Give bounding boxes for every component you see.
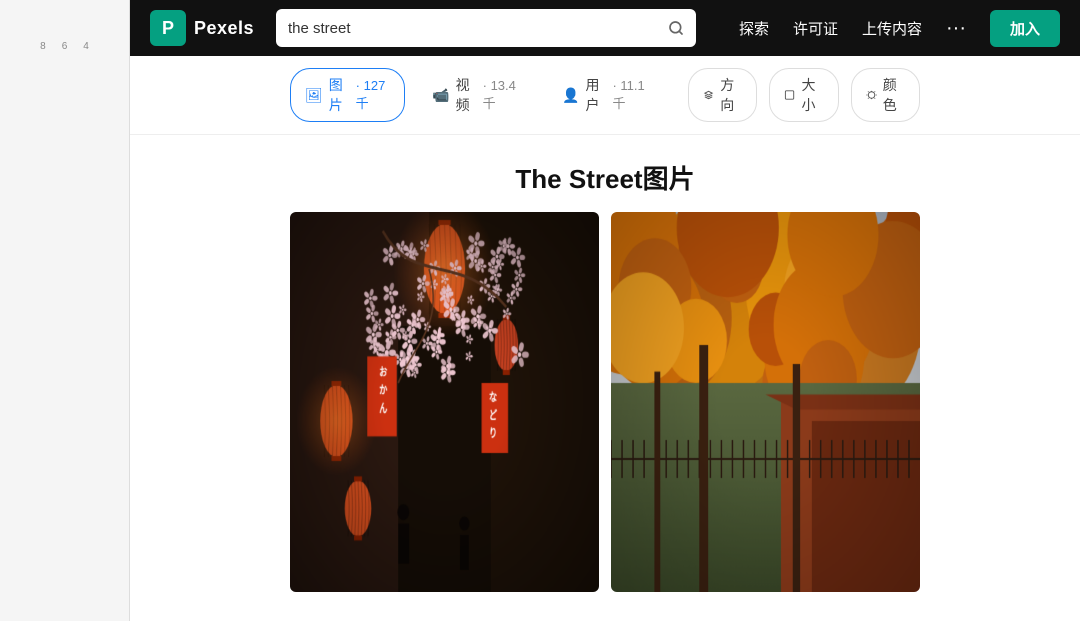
nav-license[interactable]: 许可证 xyxy=(793,18,838,39)
tab-users-label: 用户 xyxy=(585,75,606,115)
pexels-logo-icon: P xyxy=(150,10,186,46)
tab-images-label: 图片 xyxy=(329,75,350,115)
main-content: P Pexels 探索 许可证 上传内容 ··· 加入 🖼 图片 · 127 千 xyxy=(130,0,1080,592)
ruler-num-4: 4 xyxy=(83,41,89,52)
page-title: The Street图片 xyxy=(130,159,1080,196)
tab-images[interactable]: 🖼 图片 · 127 千 xyxy=(290,68,405,122)
tab-users-count: · 11.1 千 xyxy=(612,78,649,112)
page-title-area: The Street图片 xyxy=(130,135,1080,212)
nav-upload[interactable]: 上传内容 xyxy=(862,18,922,39)
color-label: 颜色 xyxy=(883,75,905,115)
logo-text: Pexels xyxy=(194,18,254,39)
photo-grid xyxy=(130,212,1080,592)
search-input[interactable] xyxy=(288,20,660,37)
nav-more[interactable]: ··· xyxy=(946,17,966,40)
filter-bar: 🖼 图片 · 127 千 📹 视频 · 13.4 千 👤 用户 · 11.1 千… xyxy=(130,56,1080,135)
search-bar[interactable] xyxy=(276,9,696,47)
ruler-num-6: 6 xyxy=(62,41,68,52)
photo-card-autumn[interactable] xyxy=(611,212,920,592)
direction-dropdown[interactable]: 方向 xyxy=(688,68,757,122)
tab-images-count: · 127 千 xyxy=(356,78,391,112)
ruler-sidebar: 8 6 4 xyxy=(0,0,130,621)
size-dropdown[interactable]: 大小 xyxy=(769,68,838,122)
photo-card-japan[interactable] xyxy=(290,212,599,592)
size-label: 大小 xyxy=(802,75,824,115)
direction-label: 方向 xyxy=(720,75,742,115)
search-button[interactable] xyxy=(668,20,684,36)
tab-users[interactable]: 👤 用户 · 11.1 千 xyxy=(547,68,664,122)
ruler-num-8: 8 xyxy=(40,41,46,52)
navbar: P Pexels 探索 许可证 上传内容 ··· 加入 xyxy=(130,0,1080,56)
nav-explore[interactable]: 探索 xyxy=(739,18,769,39)
tab-videos-label: 视频 xyxy=(456,75,477,115)
color-dropdown[interactable]: 颜色 xyxy=(851,68,920,122)
images-icon: 🖼 xyxy=(305,87,323,104)
tab-videos[interactable]: 📹 视频 · 13.4 千 xyxy=(417,68,535,122)
videos-icon: 📹 xyxy=(432,87,449,104)
join-button[interactable]: 加入 xyxy=(990,10,1060,47)
logo-area: P Pexels xyxy=(150,10,260,46)
users-icon: 👤 xyxy=(562,87,579,104)
ruler-numbers: 8 6 4 xyxy=(0,0,129,56)
tab-videos-count: · 13.4 千 xyxy=(483,78,520,112)
nav-links: 探索 许可证 上传内容 ··· 加入 xyxy=(739,10,1060,47)
